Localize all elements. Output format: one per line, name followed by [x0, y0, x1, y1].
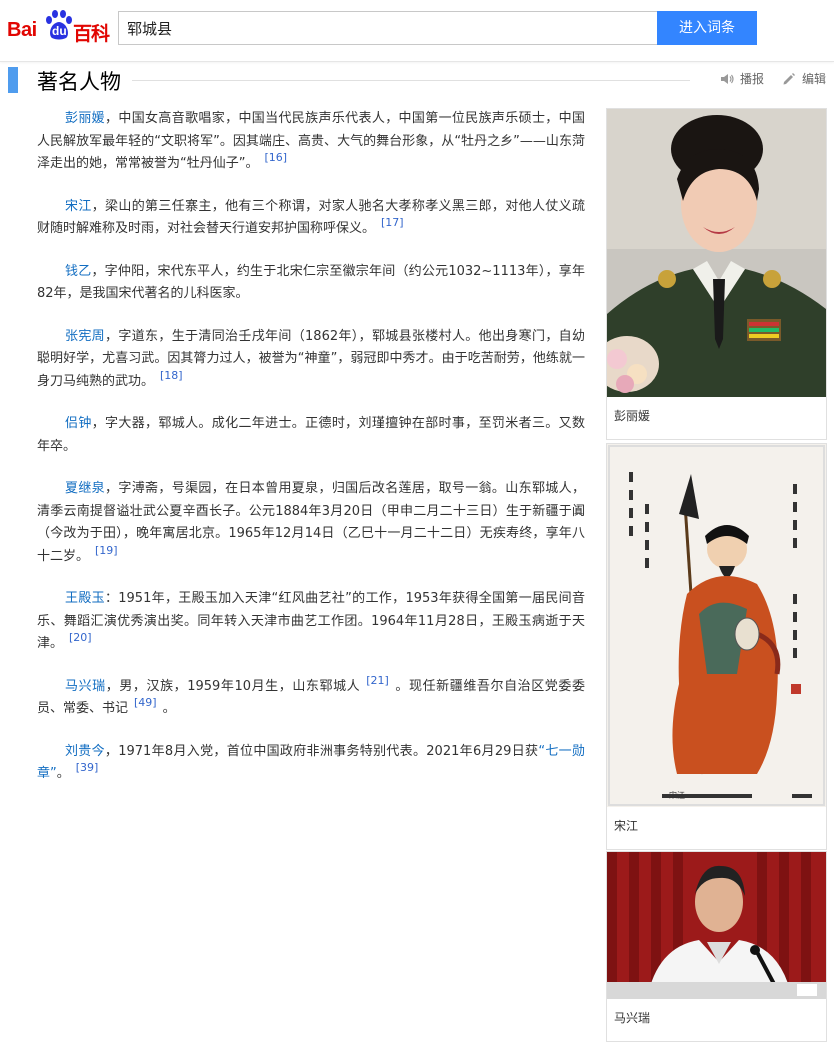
- people-list: 彭丽媛，中国女高音歌唱家，中国当代民族声乐代表人，中国第一位民族声乐硕士，中国人…: [37, 108, 585, 806]
- person-paragraph: 钱乙，字仲阳，宋代东平人，约生于北宋仁宗至徽宗年间（约公元1032~1113年）…: [37, 261, 585, 306]
- person-link[interactable]: 刘贵今: [65, 744, 105, 759]
- portrait-photo-icon: [607, 109, 826, 397]
- image-card[interactable]: 马兴瑞: [606, 851, 827, 1042]
- person-description: ，字道东，生于清同治壬戌年间（1862年），郓城县张楼村人。他出身寒门，自幼聪明…: [37, 328, 585, 389]
- listen-button[interactable]: 播报: [720, 70, 764, 87]
- painting-inscription: 宋江: [669, 790, 685, 800]
- top-header: Bai du 百科 进入词条: [0, 0, 834, 62]
- reference-link[interactable]: [16]: [264, 151, 287, 164]
- person-paragraph: 彭丽媛，中国女高音歌唱家，中国当代民族声乐代表人，中国第一位民族声乐硕士，中国人…: [37, 108, 585, 176]
- person-description: ，字仲阳，宋代东平人，约生于北宋仁宗至徽宗年间（约公元1032~1113年），享…: [37, 263, 585, 302]
- person-link[interactable]: 侣钟: [65, 416, 92, 431]
- reference-link[interactable]: [49]: [134, 696, 157, 709]
- person-link[interactable]: 夏继泉: [65, 481, 105, 496]
- person-description: ，梁山的第三任寨主，他有三个称谓，对家人驰名大孝称孝义黑三郎，对他人仗义疏财随时…: [37, 198, 585, 237]
- pencil-icon: [783, 72, 795, 84]
- reference-link[interactable]: [19]: [95, 544, 118, 557]
- baidu-baike-logo[interactable]: Bai du 百科: [7, 9, 110, 45]
- listen-label: 播报: [739, 72, 764, 86]
- logo-baike-text: 百科: [73, 23, 110, 45]
- reference-link[interactable]: [20]: [69, 631, 92, 644]
- person-description: ，男，汉族，1959年10月生，山东郓城人: [105, 678, 361, 694]
- person-paragraph: 侣钟，字大器，郓城人。成化二年进士。正德时，刘瑾擅钟在部时事，至罚米者三。又数年…: [37, 413, 585, 458]
- person-description: ，字大器，郓城人。成化二年进士。正德时，刘瑾擅钟在部时事，至罚米者三。又数年卒。: [37, 416, 585, 454]
- logo-bai-text: Bai: [7, 19, 37, 41]
- person-link[interactable]: 钱乙: [65, 264, 91, 279]
- person-description-end: 。: [162, 701, 176, 716]
- section-title: 著名人物: [37, 70, 121, 94]
- speaker-photo-icon: [607, 852, 826, 999]
- reference-link[interactable]: [39]: [76, 761, 99, 774]
- image-caption: 宋江: [614, 819, 639, 833]
- person-link[interactable]: 宋江: [65, 199, 92, 214]
- person-paragraph: 宋江，梁山的第三任寨主，他有三个称谓，对家人驰名大孝称孝义黑三郎，对他人仗义疏财…: [37, 196, 585, 241]
- search-box: [118, 11, 658, 45]
- person-description: ，字溥斋，号渠园，在日本曾用夏泉，归国后改名莲居，取号一翁。山东郓城人，清季云南…: [37, 481, 585, 564]
- search-input[interactable]: [119, 12, 658, 44]
- person-description: ，1971年8月入党，首位中国政府非洲事务特别代表。2021年6月29日获: [104, 743, 539, 759]
- person-link[interactable]: 王殿玉: [65, 591, 105, 606]
- reference-link[interactable]: [18]: [160, 369, 183, 382]
- reference-link[interactable]: [21]: [366, 674, 389, 687]
- reference-link[interactable]: [17]: [381, 216, 404, 229]
- person-link[interactable]: 张宪周: [65, 329, 105, 344]
- logo-du-text: du: [52, 24, 67, 38]
- image-card[interactable]: 宋江 宋江: [606, 443, 827, 850]
- person-link[interactable]: 彭丽媛: [65, 111, 105, 126]
- section-accent-bar: [8, 67, 18, 93]
- person-description: ，中国女高音歌唱家，中国当代民族声乐代表人，中国第一位民族声乐硕士，中国人民解放…: [37, 111, 585, 171]
- ink-painting-icon: 宋江: [607, 444, 826, 807]
- person-paragraph: 刘贵今，1971年8月入党，首位中国政府非洲事务特别代表。2021年6月29日获…: [37, 741, 585, 786]
- section-divider: [132, 80, 690, 81]
- image-card[interactable]: 彭丽媛: [606, 108, 827, 440]
- person-paragraph: 张宪周，字道东，生于清同治壬戌年间（1862年），郓城县张楼村人。他出身寒门，自…: [37, 326, 585, 394]
- person-description-end: 。: [56, 766, 70, 781]
- person-paragraph: 马兴瑞，男，汉族，1959年10月生，山东郓城人 [21] 。现任新疆维吾尔自治区党…: [37, 674, 585, 721]
- speaker-icon: [720, 73, 734, 84]
- section-tools: 播报 编辑: [720, 70, 826, 87]
- person-paragraph: 夏继泉，字溥斋，号渠园，在日本曾用夏泉，归国后改名莲居，取号一翁。山东郓城人，清…: [37, 478, 585, 568]
- image-caption: 彭丽媛: [614, 409, 651, 423]
- edit-label: 编辑: [801, 72, 826, 86]
- edit-button[interactable]: 编辑: [782, 70, 826, 87]
- image-caption: 马兴瑞: [614, 1011, 651, 1025]
- person-description: ：1951年，王殿玉加入天津“红风曲艺社”的工作，1953年获得全国第一届民间音…: [37, 591, 585, 651]
- person-paragraph: 王殿玉：1951年，王殿玉加入天津“红风曲艺社”的工作，1953年获得全国第一届…: [37, 588, 585, 656]
- enter-entry-button[interactable]: 进入词条: [657, 11, 757, 45]
- person-link[interactable]: 马兴瑞: [65, 679, 106, 694]
